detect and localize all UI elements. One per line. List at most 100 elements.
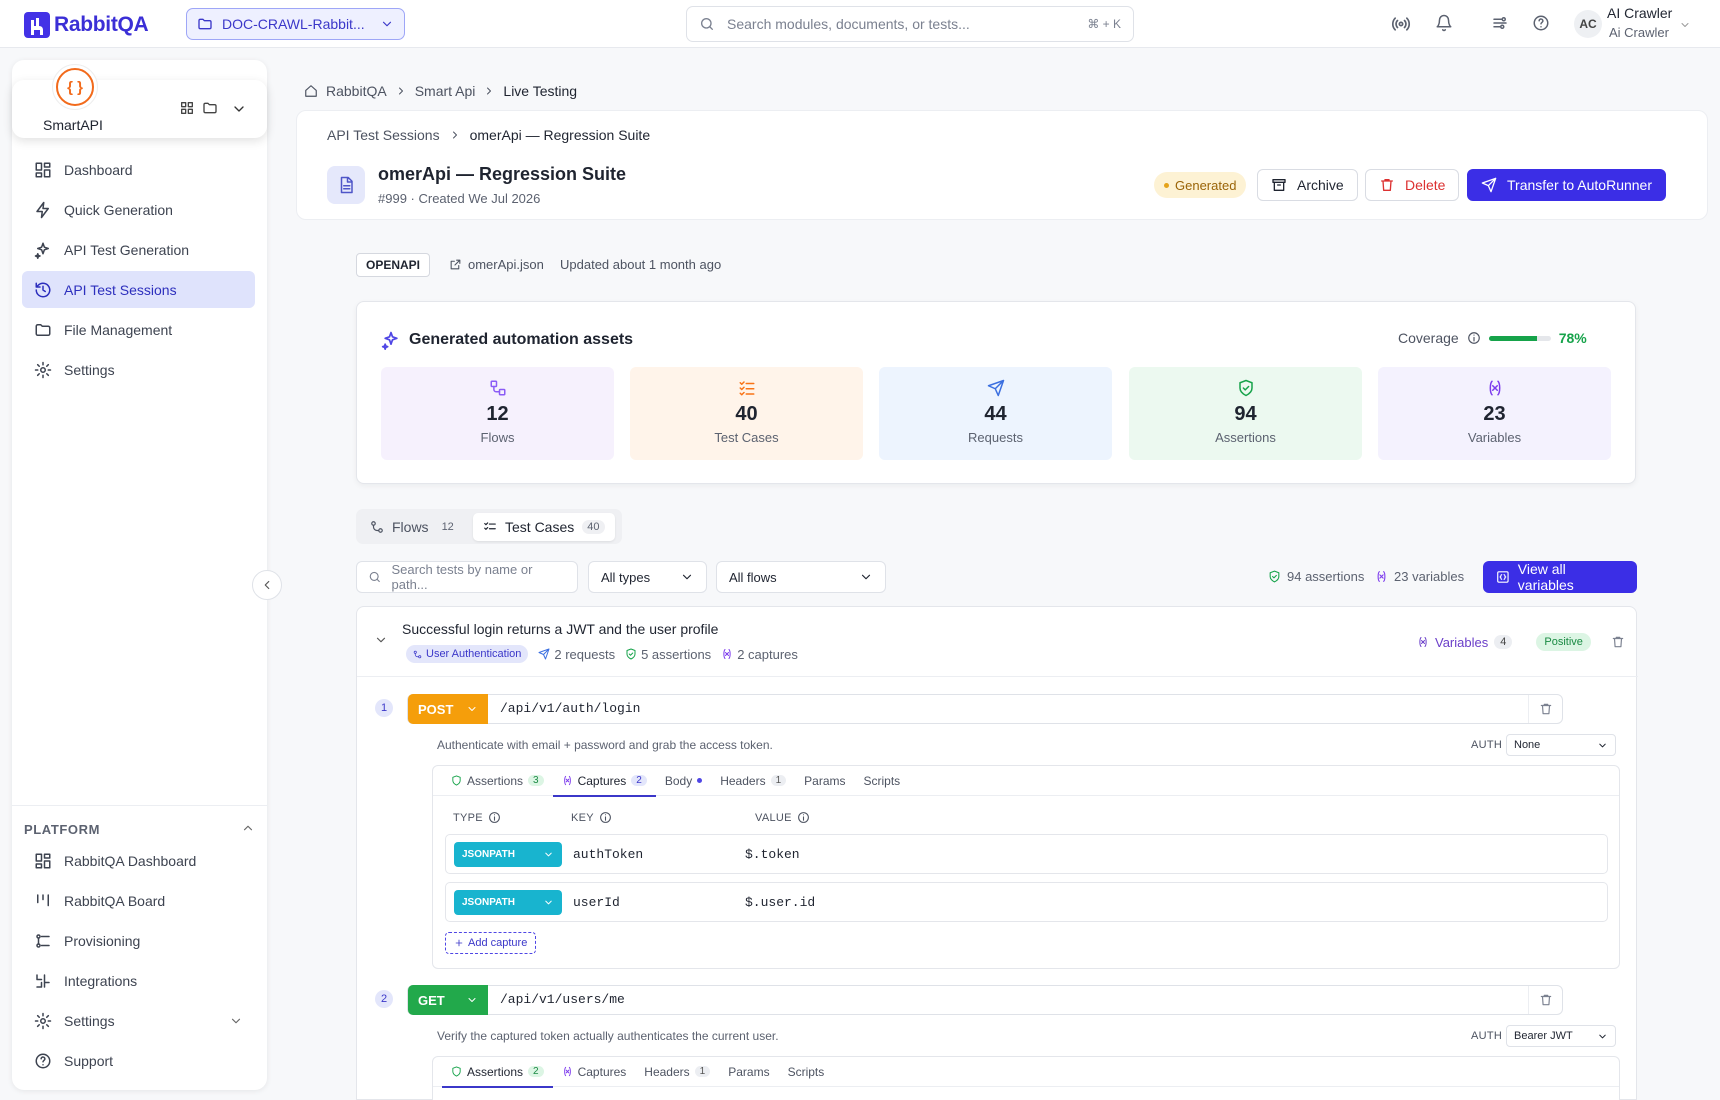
sidebar-item-rabbitqa-dashboard[interactable]: RabbitQA Dashboard xyxy=(22,842,255,879)
sidebar-item-dashboard[interactable]: Dashboard xyxy=(22,151,255,188)
chevron-down-icon xyxy=(1599,743,1606,747)
tab-body[interactable]: Body xyxy=(656,766,711,796)
chevron-left-icon xyxy=(264,580,270,590)
sidebar-item-label: RabbitQA Dashboard xyxy=(64,852,197,869)
chevron-down-icon[interactable] xyxy=(1679,19,1691,31)
module-switcher[interactable]: { } SmartAPI xyxy=(12,64,267,138)
session-header: API Test Sessions omerApi — Regression S… xyxy=(296,110,1708,220)
sidebar-item-platform-settings[interactable]: Settings xyxy=(22,1002,255,1039)
tab-params[interactable]: Params xyxy=(719,1057,778,1087)
delete-step-button[interactable] xyxy=(1528,695,1562,723)
folder-open-icon[interactable] xyxy=(202,100,218,116)
info-icon[interactable] xyxy=(599,811,612,824)
theme-icon[interactable] xyxy=(1491,14,1509,32)
step-number: 2 xyxy=(375,990,393,1008)
chevron-up-icon[interactable] xyxy=(241,821,255,835)
auth-select[interactable]: None xyxy=(1506,734,1616,756)
tab-scripts[interactable]: Scripts xyxy=(854,766,909,796)
capture-type-select[interactable]: JSONPATH xyxy=(454,842,562,867)
spec-file-link[interactable]: omerApi.json xyxy=(449,257,544,272)
tab-captures[interactable]: Captures xyxy=(553,1057,636,1087)
sidebar-collapse-button[interactable] xyxy=(252,570,282,600)
chevron-down-icon[interactable] xyxy=(374,633,388,647)
user-name[interactable]: AI Crawler xyxy=(1607,5,1672,21)
auth-select[interactable]: Bearer JWT xyxy=(1506,1025,1616,1047)
breadcrumb-item[interactable]: RabbitQA xyxy=(326,83,387,99)
info-icon[interactable] xyxy=(1467,331,1481,345)
method-select[interactable]: GET xyxy=(408,985,488,1015)
provisioning-icon xyxy=(36,933,50,948)
capture-row: JSONPATH userId $.user.id xyxy=(445,882,1608,922)
delete-step-button[interactable] xyxy=(1528,986,1562,1014)
capture-type-select[interactable]: JSONPATH xyxy=(454,890,562,915)
type-filter[interactable]: All types xyxy=(588,561,707,593)
column-header-type: TYPE xyxy=(453,811,501,824)
request-path[interactable]: /api/v1/auth/login xyxy=(500,701,640,716)
view-all-variables-button[interactable]: View all variables xyxy=(1483,561,1637,593)
tab-test-cases[interactable]: Test Cases 40 xyxy=(473,513,615,541)
step-tabs: Assertions 2 Captures Headers 1 Params Scr… xyxy=(433,1057,1619,1088)
sidebar-item-rabbitqa-board[interactable]: RabbitQA Board xyxy=(22,882,255,919)
history-icon xyxy=(35,282,51,297)
sidebar-item-api-test-generation[interactable]: API Test Generation xyxy=(22,231,255,268)
sidebar-item-support[interactable]: Support xyxy=(22,1042,255,1079)
tab-headers[interactable]: Headers 1 xyxy=(635,1057,719,1087)
sidebar-item-file-management[interactable]: File Management xyxy=(22,311,255,348)
sidebar-item-provisioning[interactable]: Provisioning xyxy=(22,922,255,959)
project-selector[interactable]: DOC-CRAWL-Rabbit... xyxy=(186,8,405,40)
tab-assertions[interactable]: Assertions 2 xyxy=(442,1057,553,1088)
test-search-input[interactable]: Search tests by name or path... xyxy=(356,561,578,593)
brand-logo[interactable]: RabbitQA xyxy=(24,12,149,38)
transfer-button[interactable]: Transfer to AutoRunner xyxy=(1467,169,1667,201)
tab-assertions[interactable]: Assertions 3 xyxy=(442,766,553,796)
breadcrumb-item[interactable]: API Test Sessions xyxy=(327,127,440,143)
tab-captures[interactable]: Captures 2 xyxy=(552,766,657,797)
info-icon[interactable] xyxy=(797,811,810,824)
flows-icon xyxy=(371,521,383,533)
capture-key[interactable]: authToken xyxy=(573,847,643,862)
bell-icon[interactable] xyxy=(1435,14,1453,32)
trash-icon[interactable] xyxy=(1611,635,1625,649)
coverage-indicator: Coverage 78% xyxy=(1398,330,1587,346)
braces-icon xyxy=(1497,571,1509,583)
test-case-meta: User Authentication 2 requests 5 asserti… xyxy=(406,645,798,663)
capture-value[interactable]: $.token xyxy=(745,847,800,862)
auth-label: AUTH xyxy=(1471,1030,1503,1042)
send-icon xyxy=(538,648,550,660)
chevron-down-icon[interactable] xyxy=(231,101,247,117)
add-capture-button[interactable]: Add capture xyxy=(445,932,537,954)
sidebar-item-settings[interactable]: Settings xyxy=(22,351,255,388)
breadcrumb-item[interactable]: Smart Api xyxy=(415,83,476,99)
auth-label: AUTH xyxy=(1471,739,1503,751)
chevron-down-icon xyxy=(545,900,552,905)
broadcast-icon[interactable] xyxy=(1391,14,1411,34)
chevron-down-icon xyxy=(382,21,392,27)
tab-scripts[interactable]: Scripts xyxy=(779,1057,834,1087)
variables-link[interactable]: Variables 4 xyxy=(1417,635,1513,650)
request-path[interactable]: /api/v1/users/me xyxy=(500,992,625,1007)
tab-flows[interactable]: Flows 12 xyxy=(360,513,469,541)
capture-value[interactable]: $.user.id xyxy=(745,895,815,910)
method-select[interactable]: POST xyxy=(408,694,488,724)
grid-icon[interactable] xyxy=(179,100,195,116)
help-icon[interactable] xyxy=(1532,14,1550,32)
tab-headers[interactable]: Headers 1 xyxy=(711,766,795,796)
sidebar-item-quick-generation[interactable]: Quick Generation xyxy=(22,191,255,228)
home-icon[interactable] xyxy=(304,84,318,98)
sidebar-item-api-test-sessions[interactable]: API Test Sessions xyxy=(22,271,255,308)
gear-icon xyxy=(34,1012,52,1029)
avatar[interactable]: AC xyxy=(1574,10,1602,38)
sidebar-item-integrations[interactable]: Integrations xyxy=(22,962,255,999)
folder-icon xyxy=(35,323,51,336)
global-search[interactable]: Search modules, documents, or tests... ⌘… xyxy=(686,6,1134,42)
brand-name: RabbitQA xyxy=(54,13,149,36)
integrations-icon xyxy=(36,973,50,988)
test-case-header[interactable]: Successful login returns a JWT and the u… xyxy=(357,607,1638,677)
capture-key[interactable]: userId xyxy=(573,895,620,910)
stat-flows: 12 Flows xyxy=(381,367,614,460)
archive-button[interactable]: Archive xyxy=(1257,169,1358,201)
flow-filter[interactable]: All flows xyxy=(716,561,886,593)
info-icon[interactable] xyxy=(488,811,501,824)
delete-button[interactable]: Delete xyxy=(1365,169,1460,201)
tab-params[interactable]: Params xyxy=(795,766,854,796)
